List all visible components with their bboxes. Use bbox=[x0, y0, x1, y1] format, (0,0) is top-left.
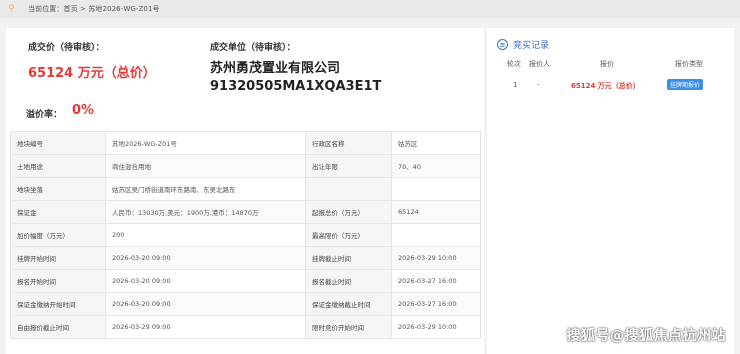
record-bidder: - bbox=[537, 81, 540, 89]
bid-record-panel: ≡ 竞买记录 轮次 报价人 报价 报价类型 1 - 65124 万元（总价） 挂… bbox=[487, 28, 734, 354]
field-value bbox=[391, 223, 481, 247]
deal-price-label: 成交价（待审核）： bbox=[28, 43, 105, 53]
field-value: 65124 bbox=[391, 200, 481, 224]
field-label: 保证金缴纳截止时间 bbox=[305, 292, 392, 316]
field-value bbox=[391, 177, 481, 201]
field-label: 土地用途 bbox=[10, 154, 106, 178]
table-row: 挂牌开始时间 2026-03-20 09:00 挂牌截止时间 2026-03-29 1… bbox=[10, 246, 481, 270]
field-value: 姑苏区吴门桥街道南环东路南、东吴北路东 bbox=[105, 177, 306, 201]
field-label: 挂牌截止时间 bbox=[305, 246, 392, 270]
deal-unit-label: 成交单位（待审核）： bbox=[210, 43, 296, 53]
field-label: 最高限价（万元） bbox=[305, 223, 392, 247]
field-value: 商住混合用地 bbox=[105, 154, 306, 178]
company-code: 91320505MA1XQA3E1T bbox=[210, 79, 382, 94]
field-label: 起报总价（万元） bbox=[305, 200, 392, 224]
field-label: 挂牌开始时间 bbox=[10, 246, 106, 270]
table-row: 地块编号 苏地2026-WG-Z01号 行政区名称 姑苏区 bbox=[10, 131, 481, 155]
field-label: 地块编号 bbox=[10, 131, 106, 155]
breadcrumb-bar: ⚲ 当前位置：首页 > 苏地2026-WG-Z01号 bbox=[0, 0, 740, 18]
field-value: 2026-03-20 09:00 bbox=[105, 246, 306, 270]
bid-record-header: ≡ 竞买记录 bbox=[497, 38, 549, 51]
land-info-table: 地块编号 苏地2026-WG-Z01号 行政区名称 姑苏区 土地用途 商住混合用地 出让年限… bbox=[10, 131, 481, 339]
record-price: 65124 万元（总价） bbox=[571, 82, 640, 90]
company-name: 苏州勇茂置业有限公司 bbox=[210, 61, 341, 76]
bid-record-title: 竞买记录 bbox=[513, 41, 550, 51]
col-header-type: 报价类型 bbox=[675, 60, 703, 68]
field-label: 报名截止时间 bbox=[305, 269, 392, 293]
land-detail-panel: 成交价（待审核）： 65124 万元（总价） 成交单位（待审核）： 苏州勇茂置业… bbox=[6, 28, 484, 354]
col-header-price: 报价 bbox=[600, 60, 614, 68]
field-value: 苏地2026-WG-Z01号 bbox=[105, 131, 306, 155]
table-row: 自由报价截止时间 2026-03-29 09:00 限时竞价开始时间 2026-03-… bbox=[10, 315, 481, 339]
table-row: 土地用途 商住混合用地 出让年限 70、40 bbox=[10, 154, 481, 178]
premium-value: 0% bbox=[72, 103, 95, 118]
table-row: 地块坐落 姑苏区吴门桥街道南环东路南、东吴北路东 bbox=[10, 177, 481, 201]
field-label: 加价幅度（万元） bbox=[10, 223, 106, 247]
record-icon: ≡ bbox=[497, 39, 508, 50]
field-label bbox=[305, 177, 392, 201]
field-value: 2026-03-29 10:00 bbox=[391, 315, 481, 339]
col-header-round: 轮次 bbox=[507, 60, 521, 68]
field-value: 2026-03-27 16:00 bbox=[391, 292, 481, 316]
field-value: 200 bbox=[105, 223, 306, 247]
table-row: 加价幅度（万元） 200 最高限价（万元） bbox=[10, 223, 481, 247]
field-value: 2026-03-20 09:00 bbox=[105, 292, 306, 316]
field-value: 70、40 bbox=[391, 154, 481, 178]
table-row: 报名开始时间 2026-03-20 09:00 报名截止时间 2026-03-27 1… bbox=[10, 269, 481, 293]
field-label: 自由报价截止时间 bbox=[10, 315, 106, 339]
table-row: 保证金 人民币：13030万,美元：1900万,港币：14870万 起报总价（万元）… bbox=[10, 200, 481, 224]
field-label: 限时竞价开始时间 bbox=[305, 315, 392, 339]
field-value: 2026-03-29 09:00 bbox=[105, 315, 306, 339]
location-pin-icon: ⚲ bbox=[8, 4, 15, 14]
field-label: 出让年限 bbox=[305, 154, 392, 178]
col-header-bidder: 报价人 bbox=[529, 60, 550, 68]
field-value: 姑苏区 bbox=[391, 131, 481, 155]
deal-price-value: 65124 万元（总价） bbox=[28, 66, 156, 81]
field-label: 保证金 bbox=[10, 200, 106, 224]
field-label: 报名开始时间 bbox=[10, 269, 106, 293]
record-round: 1 bbox=[513, 81, 518, 89]
field-value: 人民币：13030万,美元：1900万,港币：14870万 bbox=[105, 200, 306, 224]
field-label: 保证金缴纳开始时间 bbox=[10, 292, 106, 316]
field-value: 2026-03-27 16:00 bbox=[391, 269, 481, 293]
field-label: 地块坐落 bbox=[10, 177, 106, 201]
field-value: 2026-03-20 09:00 bbox=[105, 269, 306, 293]
premium-label: 溢价率： bbox=[26, 110, 63, 120]
watermark: 搜狐号@搜狐焦点杭州站 bbox=[566, 328, 726, 344]
breadcrumb[interactable]: 当前位置：首页 > 苏地2026-WG-Z01号 bbox=[28, 4, 160, 14]
table-row: 保证金缴纳开始时间 2026-03-20 09:00 保证金缴纳截止时间 2026-0… bbox=[10, 292, 481, 316]
field-label: 行政区名称 bbox=[305, 131, 392, 155]
record-type-badge: 挂牌期报价 bbox=[667, 79, 704, 90]
field-value: 2026-03-29 10:00 bbox=[391, 246, 481, 270]
